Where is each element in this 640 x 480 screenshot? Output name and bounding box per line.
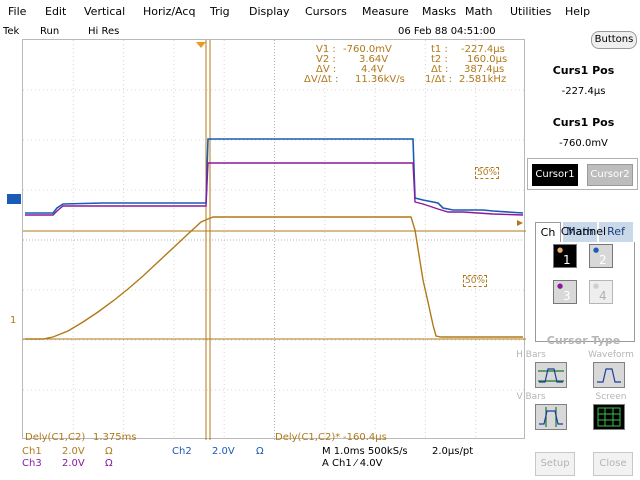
channel-4-button[interactable]: ● 4: [589, 280, 613, 304]
curs1-pos-time[interactable]: -227.4µs: [527, 86, 640, 97]
setup-button[interactable]: Setup: [535, 452, 575, 476]
control-panel: Buttons Curs1 Pos -227.4µs Curs1 Pos -76…: [516, 24, 640, 480]
trigger-position-icon[interactable]: [196, 42, 206, 48]
curs1-pos-label: Curs1 Pos: [552, 64, 615, 77]
ch3-impedance: Ω: [105, 458, 113, 469]
channel-1-button[interactable]: ● 1: [553, 244, 577, 268]
run-status[interactable]: Run: [40, 26, 59, 37]
trigger-level-icon[interactable]: [517, 220, 523, 226]
cursor1-button[interactable]: Cursor1: [532, 164, 578, 186]
trigger-setting[interactable]: A Ch1 ⁄ 4.0V: [322, 458, 382, 469]
ch2-scale[interactable]: 2.0V: [212, 446, 235, 457]
ch3-scale[interactable]: 2.0V: [62, 458, 85, 469]
v-bars-button[interactable]: [535, 404, 567, 430]
ch1-label[interactable]: Ch1: [22, 446, 42, 457]
waveform-cursor-icon: [597, 368, 621, 383]
waveform-display[interactable]: V1 : -760.0mV V2 : 3.64V ΔV : 4.4V ΔV/Δt…: [22, 39, 526, 443]
waveform-cursor-button[interactable]: [593, 362, 625, 388]
curs1-pos-volt[interactable]: -760.0mV: [527, 138, 640, 149]
ch2-label[interactable]: Ch2: [172, 446, 192, 457]
channel-3-button[interactable]: ● 3: [553, 280, 577, 304]
sampling-rate[interactable]: 2.0µs/pt: [432, 446, 473, 457]
ref-level-50-a: 50%: [475, 167, 500, 179]
menu-math[interactable]: Math: [465, 5, 493, 18]
h-bars-button[interactable]: [535, 362, 567, 388]
timebase[interactable]: M 1.0ms 500kS/s: [322, 446, 408, 457]
delay1-label: Dely(C1,C2): [25, 432, 86, 443]
channel-tab-panel: [535, 242, 635, 342]
menu-edit[interactable]: Edit: [45, 5, 66, 18]
ch3-trace: [25, 162, 524, 216]
menu-vertical[interactable]: Vertical: [84, 5, 125, 18]
channel-label: Channel: [560, 225, 607, 238]
v-bars-icon: [539, 407, 563, 427]
menu-measure[interactable]: Measure: [362, 5, 409, 18]
menu-display[interactable]: Display: [249, 5, 290, 18]
dvdt-value: 11.36kV/s: [355, 74, 405, 85]
acq-mode[interactable]: Hi Res: [88, 26, 119, 37]
ch1-impedance: Ω: [105, 446, 113, 457]
cursor-type-label: Cursor Type: [546, 334, 621, 347]
close-button[interactable]: Close: [593, 452, 633, 476]
menu-masks[interactable]: Masks: [422, 5, 456, 18]
brand-label: Tek: [3, 26, 20, 37]
cursor2-button[interactable]: Cursor2: [587, 164, 633, 186]
ch1-level-marker[interactable]: 1: [10, 315, 16, 326]
screen-cursor-button[interactable]: [593, 404, 625, 430]
ch2-ch3-level-icon[interactable]: [7, 194, 21, 204]
dvdt-label: ΔV/Δt :: [304, 74, 339, 85]
menu-bar: File Edit Vertical Horiz/Acq Trig Displa…: [0, 0, 640, 24]
h-bars-label: H Bars: [516, 350, 546, 360]
ch2-impedance: Ω: [256, 446, 264, 457]
delay2-value: -160.4µs: [343, 432, 387, 443]
v-bars-label: V Bars: [516, 392, 546, 402]
menu-cursors[interactable]: Cursors: [305, 5, 347, 18]
inv-dt-value: 2.581kHz: [459, 74, 507, 85]
delay1-value: 1.375ms: [93, 432, 137, 443]
buttons-button[interactable]: Buttons: [591, 31, 637, 49]
screen-label: Screen: [595, 392, 627, 402]
waveform-label: Waveform: [588, 350, 634, 360]
channel-2-button[interactable]: ● 2: [589, 244, 613, 268]
ch1-scale[interactable]: 2.0V: [62, 446, 85, 457]
screen-cursor-icon: [597, 407, 621, 427]
ref-level-50-b: 50%: [463, 275, 488, 287]
delay2-label: Dely(C1,C2)*: [275, 432, 341, 443]
menu-utilities[interactable]: Utilities: [510, 5, 551, 18]
menu-trig[interactable]: Trig: [210, 5, 230, 18]
h-bars-icon: [538, 368, 564, 383]
datetime: 06 Feb 88 04:51:00: [398, 26, 496, 37]
ch3-label[interactable]: Ch3: [22, 458, 42, 469]
grid-lines: [23, 40, 526, 440]
graticule: [23, 40, 526, 440]
menu-file[interactable]: File: [8, 5, 26, 18]
menu-help[interactable]: Help: [565, 5, 590, 18]
curs1-pos-label-2: Curs1 Pos: [552, 116, 615, 129]
menu-horiz-acq[interactable]: Horiz/Acq: [143, 5, 195, 18]
inv-dt-label: 1/Δt :: [425, 74, 453, 85]
